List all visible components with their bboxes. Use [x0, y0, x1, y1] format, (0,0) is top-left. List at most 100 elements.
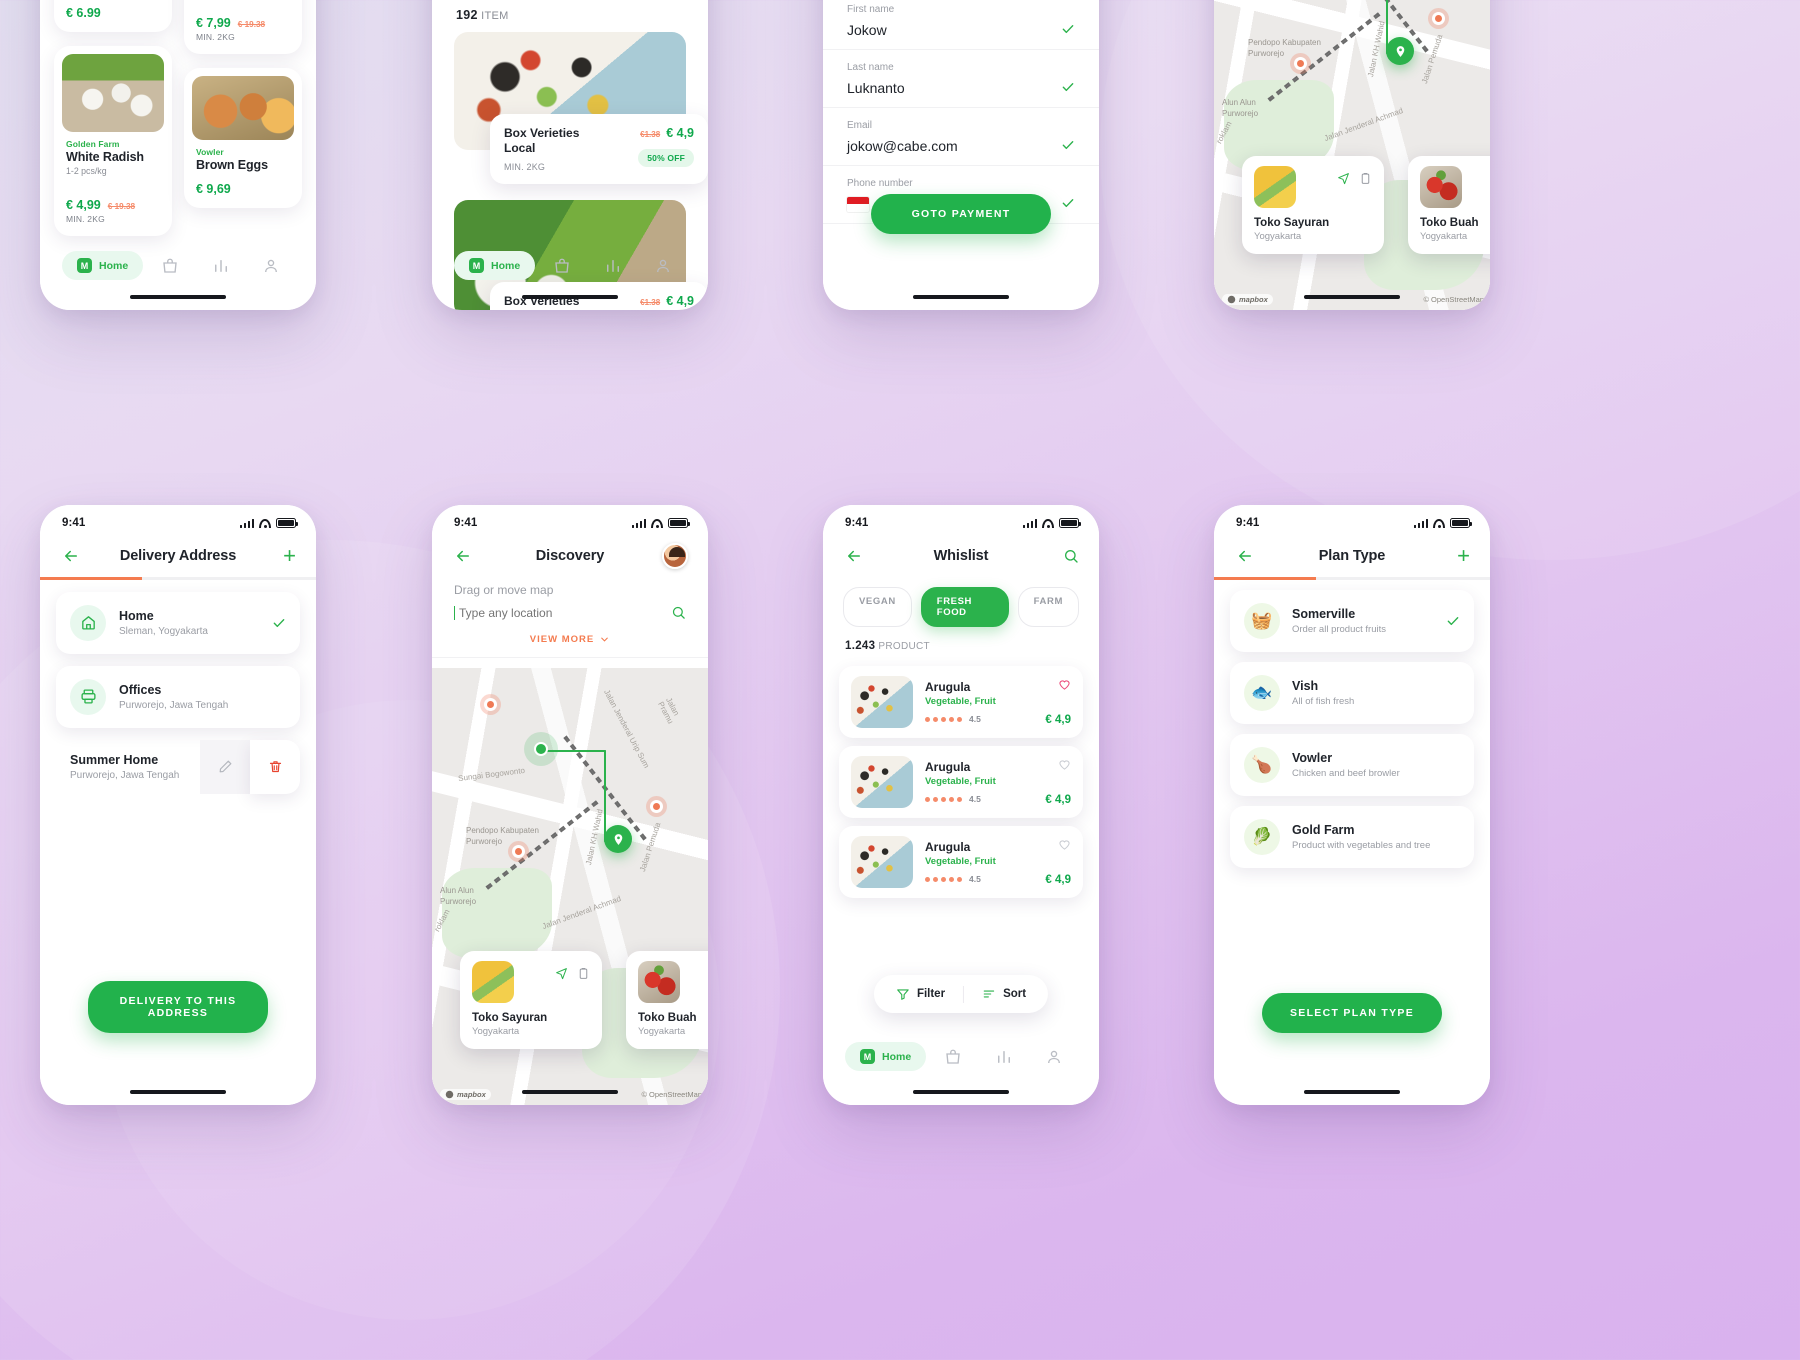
field-label: Last name: [847, 62, 894, 73]
address-item-offices[interactable]: Offices Purworejo, Jawa Tengah: [56, 665, 300, 728]
select-plan-type-button[interactable]: SELECT PLAN TYPE: [1262, 993, 1442, 1033]
whislist-row[interactable]: Arugula Vegetable, Fruit 4.5 € 4,9: [839, 666, 1083, 738]
whislist-row[interactable]: Arugula Vegetable, Fruit 4.5 € 4,9: [839, 826, 1083, 898]
heart-icon[interactable]: [1058, 838, 1071, 851]
store-card[interactable]: Toko Sayuran Yogyakarta: [1242, 156, 1384, 254]
product-count: 1.243 PRODUCT: [823, 627, 1099, 658]
clipboard-icon[interactable]: [1359, 172, 1372, 185]
filter-label: Filter: [916, 988, 946, 1000]
nav-bag[interactable]: [147, 257, 193, 275]
product-old-price: € 19.38: [107, 202, 136, 211]
chip-fresh-food[interactable]: FRESH FOOD: [920, 587, 1009, 627]
store-card[interactable]: Toko Sayuran Yogyakarta: [460, 951, 602, 1049]
product-card[interactable]: Somerville Varieties Fruit 1-2 pcs/kg € …: [184, 0, 302, 54]
status-bar: 9:41: [40, 505, 316, 535]
status-bar: 9:41: [1214, 505, 1490, 535]
search-icon[interactable]: [1063, 548, 1079, 564]
cart-item[interactable]: Box Verieties Local MIN. 2KG €1.38 € 4,9…: [432, 32, 708, 184]
whislist-row[interactable]: Arugula Vegetable, Fruit 4.5 € 4,9: [839, 746, 1083, 818]
goto-payment-button[interactable]: GOTO PAYMENT: [871, 194, 1051, 234]
address-title: Offices: [119, 682, 162, 697]
status-bar: 9:41: [432, 505, 708, 535]
edit-address-button[interactable]: [200, 739, 250, 794]
nav-profile[interactable]: [1031, 1048, 1077, 1066]
search-icon[interactable]: [671, 605, 686, 620]
nav-home[interactable]: M Home: [454, 251, 536, 280]
product-card[interactable]: Vish Silver Fish € 6.99: [54, 0, 172, 32]
address-item-home[interactable]: Home Sleman, Yogyakarta: [56, 591, 300, 654]
delete-address-button[interactable]: [250, 739, 300, 794]
heart-icon[interactable]: [1058, 678, 1071, 691]
nav-stats[interactable]: [197, 257, 243, 275]
plan-subtitle: All of fish fresh: [1292, 695, 1355, 707]
nav-home-label: Home: [99, 259, 129, 272]
nav-bag[interactable]: [930, 1048, 976, 1066]
store-card[interactable]: Toko Buah Yogyakarta: [626, 951, 708, 1049]
product-card[interactable]: Golden Farm White Radish 1-2 pcs/kg € 4,…: [54, 46, 172, 236]
sort-button[interactable]: Sort: [964, 985, 1044, 1003]
map-origin-marker[interactable]: [524, 732, 558, 766]
map-poi-marker[interactable]: [650, 800, 663, 813]
map-poi-marker[interactable]: [1432, 12, 1445, 25]
map-view[interactable]: Sungai Bogowonto Pendopo Kabupaten Purwo…: [1214, 0, 1490, 310]
store-thumbnail: [638, 961, 680, 1003]
nav-stats[interactable]: [589, 257, 635, 275]
rating-value: 4.5: [969, 794, 981, 804]
plan-item[interactable]: 🐟 Vish All of fish fresh: [1230, 661, 1474, 724]
product-name: Arugula: [925, 760, 971, 774]
heart-icon[interactable]: [1058, 758, 1071, 771]
navigate-icon[interactable]: [555, 967, 568, 980]
filter-button[interactable]: Filter: [878, 985, 963, 1003]
store-city: Yogyakarta: [472, 1026, 520, 1037]
brand-mark: M: [860, 1049, 875, 1064]
rating-group: 4.5: [925, 714, 996, 724]
map-poi-marker[interactable]: [484, 698, 497, 711]
nav-home[interactable]: M Home: [845, 1042, 927, 1071]
store-card[interactable]: Toko Buah Yogyakarta: [1408, 156, 1490, 254]
header-progress: [1214, 577, 1490, 580]
map-destination-marker[interactable]: [1386, 37, 1414, 65]
address-item-summer-home[interactable]: Summer Home Purworejo, Jawa Tengah: [56, 739, 300, 794]
product-price: € 6.99: [66, 6, 101, 20]
field-first-name[interactable]: First name Jokow: [823, 0, 1099, 50]
nav-profile[interactable]: [640, 257, 686, 275]
wifi-icon: [651, 518, 663, 528]
chip-farm[interactable]: FARM: [1017, 587, 1079, 627]
nav-profile[interactable]: [248, 257, 294, 275]
rating-group: 4.5: [925, 794, 996, 804]
battery-icon: [1450, 518, 1472, 528]
nav-stats[interactable]: [980, 1048, 1026, 1066]
mapbox-label: mapbox: [1239, 295, 1268, 304]
product-brand: Golden Farm: [66, 139, 120, 149]
navigate-icon[interactable]: [1337, 172, 1350, 185]
clipboard-icon[interactable]: [577, 967, 590, 980]
phone-plan-type: 9:41 Plan Type + 🧺 Somerville Order all …: [1214, 505, 1490, 1105]
field-last-name[interactable]: Last name Luknanto: [823, 50, 1099, 108]
avatar[interactable]: [662, 543, 688, 569]
plan-item[interactable]: 🧺 Somerville Order all product fruits: [1230, 589, 1474, 652]
add-plan-button[interactable]: +: [1457, 545, 1470, 567]
view-more-button[interactable]: VIEW MORE: [432, 620, 708, 658]
bottom-navigation: M Home: [823, 1042, 1099, 1071]
nav-home[interactable]: M Home: [62, 251, 144, 280]
map-destination-marker[interactable]: [604, 825, 632, 853]
plan-item[interactable]: 🥬 Gold Farm Product with vegetables and …: [1230, 805, 1474, 868]
sort-label: Sort: [1003, 988, 1027, 1000]
nav-bag[interactable]: [539, 257, 585, 275]
field-email[interactable]: Email jokow@cabe.com: [823, 108, 1099, 166]
product-price: € 7,99: [196, 16, 231, 30]
chip-vegan[interactable]: VEGAN: [843, 587, 912, 627]
address-title: Summer Home: [70, 752, 159, 767]
product-count-value: 1.243: [845, 640, 876, 652]
delivery-to-address-button[interactable]: DELIVERY TO THIS ADDRESS: [88, 981, 268, 1033]
filter-sort-bar: Filter Sort: [873, 975, 1049, 1013]
map-label-alun: Alun Alun Purworejo: [440, 886, 477, 906]
search-input[interactable]: [454, 605, 671, 620]
add-address-button[interactable]: +: [283, 545, 296, 567]
plan-item[interactable]: 🍗 Vowler Chicken and beef browler: [1230, 733, 1474, 796]
address-subtitle: Sleman, Yogyakarta: [119, 625, 208, 637]
location-search[interactable]: [432, 597, 708, 620]
phone-checkout-form: First name Jokow Last name Luknanto Emai…: [823, 0, 1099, 310]
signal-icon: [239, 518, 254, 528]
product-card[interactable]: Vowler Brown Eggs € 9,69: [184, 68, 302, 208]
